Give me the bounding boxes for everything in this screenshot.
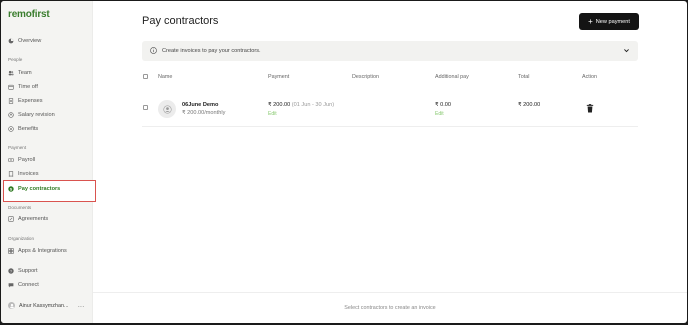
sidebar-item-pay-contractors[interactable]: $ Pay contractors bbox=[8, 183, 60, 195]
svg-text:?: ? bbox=[10, 269, 12, 273]
payment-edit-link[interactable]: Edit bbox=[268, 111, 277, 117]
new-payment-button[interactable]: + New payment bbox=[579, 13, 639, 30]
banner-text: Create invoices to pay your contractors. bbox=[162, 48, 261, 54]
logo: remofirst bbox=[8, 9, 50, 20]
column-header-total: Total bbox=[518, 74, 530, 80]
sidebar-item-label: Time off bbox=[18, 84, 38, 90]
info-icon bbox=[150, 46, 157, 56]
invoice-icon bbox=[8, 171, 14, 177]
sidebar-item-salary-revision[interactable]: Salary revision bbox=[8, 109, 55, 121]
new-payment-label: New payment bbox=[595, 18, 630, 25]
calendar-icon bbox=[8, 84, 14, 90]
dollar-icon: $ bbox=[8, 186, 14, 192]
sidebar-item-label: Expenses bbox=[18, 98, 43, 104]
footer-text: Select contractors to create an invoice bbox=[344, 305, 436, 311]
select-all-checkbox[interactable] bbox=[143, 74, 148, 79]
footer-bar: Select contractors to create an invoice bbox=[93, 292, 687, 323]
contractor-rate: ₹ 200.00/monthly bbox=[182, 110, 226, 116]
additional-pay-amount: ₹ 0.00 bbox=[435, 102, 452, 108]
apps-icon bbox=[8, 248, 14, 254]
sidebar-item-overview[interactable]: Overview bbox=[8, 35, 41, 47]
sidebar-item-time-off[interactable]: Time off bbox=[8, 81, 38, 93]
section-label-organization: Organization bbox=[8, 236, 35, 241]
chat-icon bbox=[8, 282, 14, 288]
payment-period: (01 Jun - 30 Jun) bbox=[291, 102, 335, 108]
column-header-payment: Payment bbox=[268, 74, 290, 80]
sidebar-item-support[interactable]: ? Support bbox=[8, 265, 38, 277]
page-title: Pay contractors bbox=[142, 15, 219, 27]
sidebar-item-apps-integrations[interactable]: Apps & Integrations bbox=[8, 245, 67, 257]
sidebar: remofirst Overview People Team Time off … bbox=[1, 1, 96, 323]
salary-icon bbox=[8, 112, 14, 118]
svg-text:$: $ bbox=[10, 187, 12, 191]
sidebar-item-label: Connect bbox=[18, 282, 39, 288]
row-checkbox[interactable] bbox=[143, 105, 148, 110]
additional-pay-edit-link[interactable]: Edit bbox=[435, 111, 444, 117]
sidebar-item-benefits[interactable]: Benefits bbox=[8, 123, 38, 135]
column-header-name: Name bbox=[158, 74, 173, 80]
sidebar-item-label: Support bbox=[18, 268, 38, 274]
contractor-name[interactable]: 06June Demo bbox=[182, 102, 218, 108]
sidebar-item-label: Invoices bbox=[18, 171, 39, 177]
agreement-icon bbox=[8, 216, 14, 222]
payment-amount: ₹ 200.00 bbox=[268, 102, 291, 108]
sidebar-item-label: Salary revision bbox=[18, 112, 55, 118]
sidebar-item-connect[interactable]: Connect bbox=[8, 279, 39, 291]
sidebar-item-label: Payroll bbox=[18, 157, 36, 163]
chevron-down-icon[interactable] bbox=[623, 47, 630, 56]
payment-cell: ₹ 200.00 (01 Jun - 30 Jun) bbox=[268, 102, 334, 108]
avatar bbox=[8, 302, 15, 309]
sidebar-item-label: Agreements bbox=[18, 216, 49, 222]
more-options-icon[interactable]: ... bbox=[78, 303, 85, 309]
plus-icon: + bbox=[588, 16, 593, 26]
sidebar-item-label: Team bbox=[18, 70, 32, 76]
column-header-action: Action bbox=[582, 74, 597, 80]
section-label-people: People bbox=[8, 57, 23, 62]
help-icon: ? bbox=[8, 268, 14, 274]
payroll-icon bbox=[8, 157, 14, 163]
sidebar-item-expenses[interactable]: Expenses bbox=[8, 95, 43, 107]
team-icon bbox=[8, 70, 14, 76]
sidebar-item-payroll[interactable]: Payroll bbox=[8, 154, 35, 166]
section-label-payment: Payment bbox=[8, 145, 27, 150]
benefits-icon bbox=[8, 126, 14, 132]
column-header-additional-pay: Additional pay bbox=[435, 74, 469, 80]
receipt-icon bbox=[8, 98, 14, 104]
user-name: Ainur Kassymzhan... bbox=[19, 302, 69, 309]
overview-icon bbox=[8, 38, 14, 44]
sidebar-item-label: Apps & Integrations bbox=[18, 248, 67, 254]
sidebar-item-label: Overview bbox=[18, 38, 42, 44]
sidebar-item-agreements[interactable]: Agreements bbox=[8, 213, 48, 225]
row-divider bbox=[142, 126, 638, 127]
avatar bbox=[158, 100, 176, 118]
sidebar-item-label: Pay contractors bbox=[18, 186, 61, 192]
trash-icon[interactable] bbox=[586, 104, 594, 113]
sidebar-item-label: Benefits bbox=[18, 126, 39, 132]
app-window: remofirst Overview People Team Time off … bbox=[1, 1, 687, 323]
sidebar-item-invoices[interactable]: Invoices bbox=[8, 168, 39, 180]
sidebar-item-team[interactable]: Team bbox=[8, 67, 32, 79]
section-label-documents: Documents bbox=[8, 205, 32, 210]
column-header-description: Description bbox=[352, 74, 379, 80]
total-amount: ₹ 200.00 bbox=[518, 102, 541, 108]
user-profile[interactable]: Ainur Kassymzhan... bbox=[8, 302, 68, 309]
info-banner[interactable]: Create invoices to pay your contractors. bbox=[142, 41, 638, 61]
